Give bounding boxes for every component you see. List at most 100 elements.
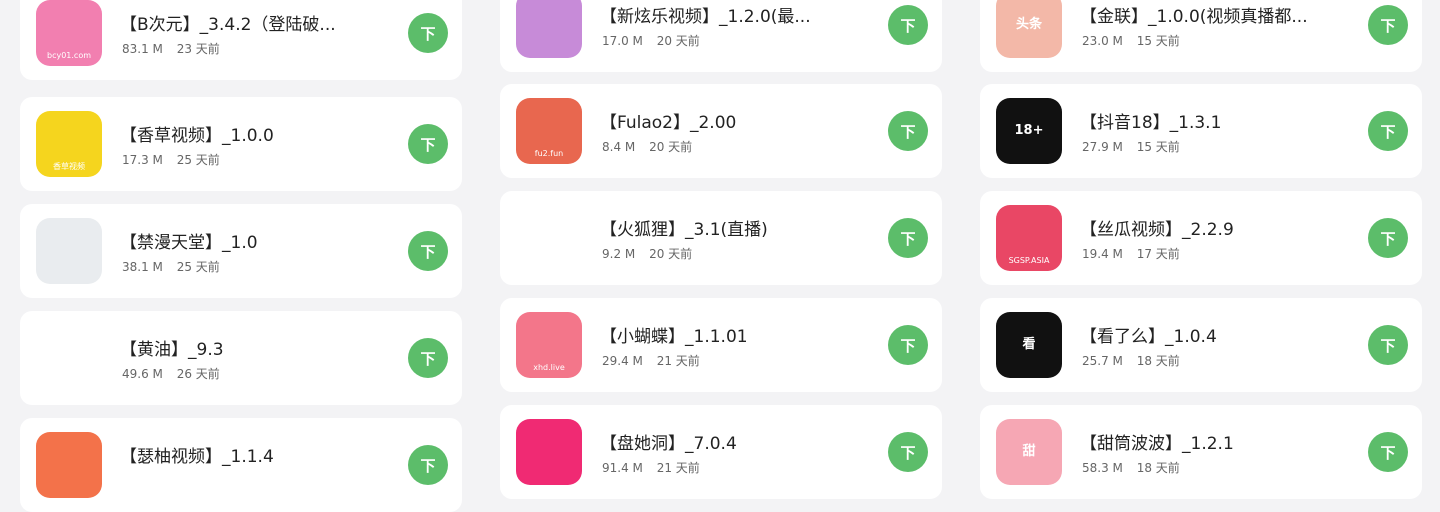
app-updated: 20 天前 [649,140,693,154]
fulao2-app-icon[interactable]: fu2.fun [516,98,582,164]
app-icon-subtext: xhd.live [533,363,565,373]
download-button[interactable]: 下 [888,325,928,365]
app-icon-subtext: 香草视频 [53,162,85,172]
app-card[interactable]: 看 【看了么】_1.0.4 25.7 M 18 天前 下 [980,298,1422,392]
download-button[interactable]: 下 [1368,325,1408,365]
app-title[interactable]: 【盘她洞】_7.0.4 [600,429,840,454]
app-card[interactable]: 【禁漫天堂】_1.0 38.1 M 25 天前 下 [20,204,462,298]
bciyuan-app-icon[interactable]: bcy01.com [36,0,102,66]
app-card[interactable]: 【黄油】_9.3 49.6 M 26 天前 下 [20,311,462,405]
app-card[interactable]: 【盘她洞】_7.0.4 91.4 M 21 天前 下 [500,405,942,499]
app-card[interactable]: 甜 【甜筒波波】_1.2.1 58.3 M 18 天前 下 [980,405,1422,499]
download-button[interactable]: 下 [1368,432,1408,472]
app-meta: 27.9 M 15 天前 [1082,138,1180,155]
xiangcao-app-icon[interactable]: 香草视频 [36,111,102,177]
download-button[interactable]: 下 [408,13,448,53]
seyou-app-icon[interactable] [36,432,102,498]
app-title[interactable]: 【金联】_1.0.0(视频真播都... [1080,2,1320,27]
download-button[interactable]: 下 [408,231,448,271]
app-updated: 15 天前 [1136,34,1180,48]
app-title[interactable]: 【火狐狸】_3.1(直播) [600,215,840,240]
app-title[interactable]: 【Fulao2】_2.00 [600,108,840,133]
app-card[interactable]: 18+ 【抖音18】_1.3.1 27.9 M 15 天前 下 [980,84,1422,178]
app-card[interactable]: 【火狐狸】_3.1(直播) 9.2 M 20 天前 下 [500,191,942,285]
xiaohudie-app-icon[interactable]: xhd.live [516,312,582,378]
app-meta: 91.4 M 21 天前 [602,459,700,476]
app-title[interactable]: 【丝瓜视频】_2.2.9 [1080,215,1320,240]
app-card[interactable]: xhd.live 【小蝴蝶】_1.1.01 29.4 M 21 天前 下 [500,298,942,392]
download-button[interactable]: 下 [888,432,928,472]
douyin18-app-icon[interactable]: 18+ [996,98,1062,164]
app-card[interactable]: 香草视频 【香草视频】_1.0.0 17.3 M 25 天前 下 [20,97,462,191]
app-updated: 20 天前 [656,34,700,48]
app-title[interactable]: 【黄油】_9.3 [120,335,360,360]
app-meta: 83.1 M 23 天前 [122,40,220,57]
app-updated: 15 天前 [1136,140,1180,154]
xinxuanle-app-icon[interactable] [516,0,582,58]
huohuli-app-icon[interactable] [516,205,582,271]
app-title[interactable]: 【香草视频】_1.0.0 [120,121,360,146]
app-title[interactable]: 【禁漫天堂】_1.0 [120,228,360,253]
app-updated: 21 天前 [656,354,700,368]
pantadong-app-icon[interactable] [516,419,582,485]
app-meta: 17.0 M 20 天前 [602,32,700,49]
kanleme-app-icon[interactable]: 看 [996,312,1062,378]
app-card[interactable]: bcy01.com 【B次元】_3.4.2（登陆破... 83.1 M 23 天… [20,0,462,80]
app-updated: 20 天前 [649,247,693,261]
app-title[interactable]: 【新炫乐视频】_1.2.0(最... [600,2,840,27]
app-icon-text: 头条 [1015,16,1042,32]
app-updated: 18 天前 [1136,461,1180,475]
jinlian-app-icon[interactable]: 头条 [996,0,1062,58]
app-updated: 21 天前 [656,461,700,475]
download-button[interactable]: 下 [408,445,448,485]
app-size: 38.1 M [122,260,163,274]
app-meta: 49.6 M 26 天前 [122,365,220,382]
app-card[interactable]: 头条 【金联】_1.0.0(视频真播都... 23.0 M 15 天前 下 [980,0,1422,72]
app-title[interactable]: 【甜筒波波】_1.2.1 [1080,429,1320,454]
app-meta: 29.4 M 21 天前 [602,352,700,369]
app-title[interactable]: 【小蝴蝶】_1.1.01 [600,322,840,347]
app-icon-text: 甜 [1022,443,1036,459]
app-meta: 58.3 M 18 天前 [1082,459,1180,476]
download-button[interactable]: 下 [1368,218,1408,258]
app-title[interactable]: 【B次元】_3.4.2（登陆破... [120,10,360,35]
app-size: 58.3 M [1082,461,1123,475]
app-size: 8.4 M [602,140,636,154]
download-button[interactable]: 下 [1368,111,1408,151]
app-size: 27.9 M [1082,140,1123,154]
app-meta: 8.4 M 20 天前 [602,138,692,155]
app-meta: 23.0 M 15 天前 [1082,32,1180,49]
app-icon-subtext: bcy01.com [46,51,92,61]
app-card[interactable]: SGSP.ASIA 【丝瓜视频】_2.2.9 19.4 M 17 天前 下 [980,191,1422,285]
app-size: 9.2 M [602,247,636,261]
app-size: 17.3 M [122,153,163,167]
tiantong-app-icon[interactable]: 甜 [996,419,1062,485]
app-title[interactable]: 【抖音18】_1.3.1 [1080,108,1320,133]
sigua-app-icon[interactable]: SGSP.ASIA [996,205,1062,271]
app-card[interactable]: 【新炫乐视频】_1.2.0(最... 17.0 M 20 天前 下 [500,0,942,72]
download-button[interactable]: 下 [888,5,928,45]
app-size: 23.0 M [1082,34,1123,48]
download-button[interactable]: 下 [408,124,448,164]
app-size: 29.4 M [602,354,643,368]
app-meta [122,472,132,486]
app-icon-text: 看 [1022,336,1036,352]
app-size: 25.7 M [1082,354,1123,368]
app-icon-subtext: SGSP.ASIA [1008,256,1050,266]
download-button[interactable]: 下 [408,338,448,378]
app-icon-subtext: fu2.fun [534,149,564,159]
jinman-app-icon[interactable] [36,218,102,284]
app-size: 19.4 M [1082,247,1123,261]
download-button[interactable]: 下 [888,218,928,258]
huangyou-app-icon[interactable] [36,325,102,391]
app-title[interactable]: 【看了么】_1.0.4 [1080,322,1320,347]
download-button[interactable]: 下 [1368,5,1408,45]
app-title[interactable]: 【瑟柚视频】_1.1.4 [120,442,360,467]
app-size: 91.4 M [602,461,643,475]
app-meta: 9.2 M 20 天前 [602,245,692,262]
app-card[interactable]: 【瑟柚视频】_1.1.4 下 [20,418,462,512]
app-card[interactable]: fu2.fun 【Fulao2】_2.00 8.4 M 20 天前 下 [500,84,942,178]
app-meta: 17.3 M 25 天前 [122,151,220,168]
download-button[interactable]: 下 [888,111,928,151]
app-updated: 23 天前 [176,42,220,56]
